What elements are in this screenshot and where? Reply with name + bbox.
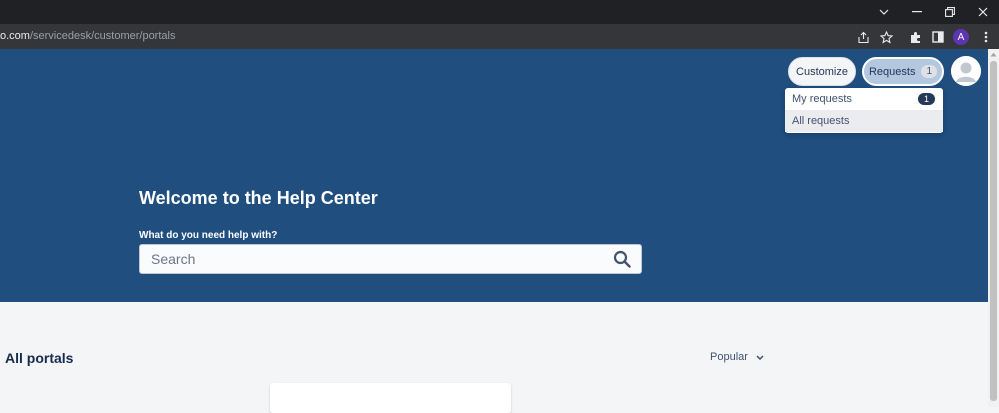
page-title: Welcome to the Help Center: [139, 188, 378, 208]
menu-item-all-requests[interactable]: All requests: [785, 110, 943, 132]
side-panel-icon[interactable]: [928, 27, 948, 47]
scrollbar-thumb[interactable]: [990, 61, 997, 401]
user-avatar-icon: [951, 56, 981, 86]
sort-dropdown[interactable]: Popular: [710, 351, 764, 363]
sort-label: Popular: [710, 351, 748, 363]
search-input[interactable]: [151, 248, 591, 270]
restore-icon[interactable]: [933, 0, 967, 24]
share-icon[interactable]: [853, 27, 873, 47]
user-avatar[interactable]: [951, 56, 981, 86]
close-icon[interactable]: [966, 0, 999, 24]
tab-search-icon[interactable]: [867, 0, 901, 24]
url-path: /servicedesk/customer/portals: [29, 30, 176, 42]
search-icon[interactable]: [613, 250, 631, 268]
browser-profile-avatar[interactable]: A: [953, 29, 969, 45]
bookmark-star-icon[interactable]: [876, 27, 896, 47]
minimize-icon[interactable]: [900, 0, 934, 24]
menu-item-my-requests[interactable]: My requests 1: [785, 88, 943, 110]
extensions-icon[interactable]: [905, 27, 925, 47]
url-host: o.com: [0, 30, 30, 42]
scroll-up-icon[interactable]: [988, 49, 999, 60]
requests-label: Requests: [868, 65, 916, 78]
search-label: What do you need help with?: [139, 230, 278, 241]
page-scrollbar[interactable]: [988, 49, 999, 407]
customize-button[interactable]: Customize: [788, 57, 856, 86]
menu-item-label: All requests: [792, 115, 850, 127]
my-requests-count-badge: 1: [917, 93, 935, 105]
requests-button[interactable]: Requests 1: [862, 57, 944, 86]
requests-dropdown-menu: My requests 1 All requests: [785, 88, 943, 133]
all-portals-heading: All portals: [5, 350, 74, 366]
menu-item-label: My requests: [792, 93, 852, 105]
url-text[interactable]: o.com/servicedesk/customer/portals: [0, 30, 175, 42]
browser-title-bar: [0, 0, 999, 24]
address-bar[interactable]: o.com/servicedesk/customer/portals: [0, 24, 999, 49]
chevron-down-icon: [756, 354, 764, 360]
search-box[interactable]: [139, 244, 642, 274]
requests-count-badge: 1: [921, 65, 938, 78]
portal-card[interactable]: [270, 383, 511, 413]
browser-menu-icon[interactable]: [976, 27, 996, 47]
